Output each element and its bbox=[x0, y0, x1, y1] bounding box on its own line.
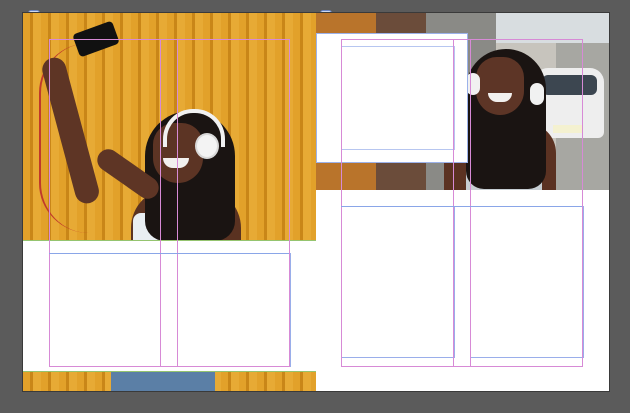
car-window bbox=[542, 75, 597, 95]
headphones-icon bbox=[195, 133, 219, 159]
jeans bbox=[111, 371, 215, 391]
headphones-icon bbox=[530, 83, 544, 105]
car-plate bbox=[553, 125, 583, 133]
empty-frame-right-bottom-right[interactable] bbox=[470, 206, 584, 358]
face bbox=[476, 57, 524, 115]
headphones-icon bbox=[466, 73, 480, 95]
canvas bbox=[0, 0, 630, 413]
phone-icon bbox=[72, 20, 120, 58]
bleed-line-bottom bbox=[23, 371, 316, 372]
empty-frame-right-bottom-left[interactable] bbox=[341, 206, 455, 358]
bleed-line bbox=[23, 240, 316, 241]
empty-frame-left-bottom[interactable] bbox=[49, 253, 291, 367]
frame-inset bbox=[341, 46, 455, 150]
left-page bbox=[23, 13, 316, 391]
photo-woman-with-phone[interactable] bbox=[23, 13, 316, 241]
document-spread bbox=[23, 13, 609, 391]
sky bbox=[496, 13, 609, 43]
right-page bbox=[316, 13, 609, 391]
